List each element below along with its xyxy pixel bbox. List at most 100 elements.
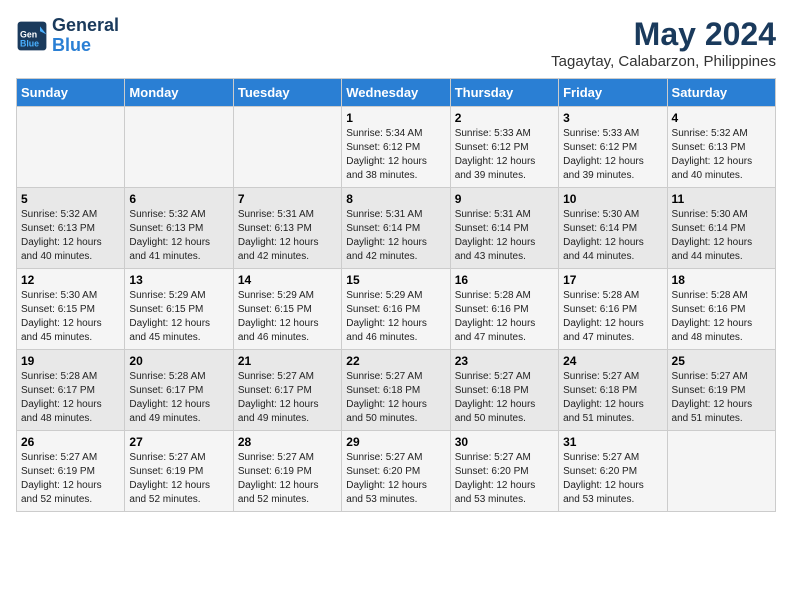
- week-row-3: 12Sunrise: 5:30 AM Sunset: 6:15 PM Dayli…: [17, 269, 776, 350]
- day-number: 6: [129, 192, 228, 206]
- calendar-cell: 6 Sunrise: 5:32 AM Sunset: 6:13 PM Daylig…: [125, 188, 233, 269]
- calendar-cell: 27 Sunrise: 5:27 AM Sunset: 6:19 PM Dayli…: [125, 431, 233, 512]
- calendar-cell: 23 Sunrise: 5:27 AM Sunset: 6:18 PM Dayli…: [450, 350, 558, 431]
- day-info: Sunrise: 5:28 AM Sunset: 6:16 PM Dayligh…: [563, 289, 662, 345]
- day-info: Sunrise: 5:32 AM Sunset: 6:13 PM Dayligh…: [129, 208, 228, 264]
- day-info: Sunrise: 5:27 AM Sunset: 6:18 PM Dayligh…: [346, 370, 445, 426]
- day-number: 20: [129, 354, 228, 368]
- day-number: 31: [563, 435, 662, 449]
- day-number: 1: [346, 111, 445, 125]
- day-number: 30: [455, 435, 554, 449]
- day-number: 7: [238, 192, 337, 206]
- calendar-cell: 3Sunrise: 5:33 AM Sunset: 6:12 PM Daylig…: [559, 107, 667, 188]
- day-info: Sunrise: 5:28 AM Sunset: 6:16 PM Dayligh…: [455, 289, 554, 345]
- day-number: 5: [21, 192, 120, 206]
- day-number: 17: [563, 273, 662, 287]
- weekday-header-monday: Monday: [125, 79, 233, 107]
- day-number: 13: [129, 273, 228, 287]
- day-info: Sunrise: 5:27 AM Sunset: 6:19 PM Dayligh…: [672, 370, 771, 426]
- day-number: 22: [346, 354, 445, 368]
- calendar-cell: 16 Sunrise: 5:28 AM Sunset: 6:16 PM Dayli…: [450, 269, 558, 350]
- calendar-cell: 10 Sunrise: 5:30 AM Sunset: 6:14 PM Dayli…: [559, 188, 667, 269]
- calendar-cell: 30 Sunrise: 5:27 AM Sunset: 6:20 PM Dayli…: [450, 431, 558, 512]
- calendar-cell: [17, 107, 125, 188]
- calendar-cell: 26Sunrise: 5:27 AM Sunset: 6:19 PM Dayli…: [17, 431, 125, 512]
- day-number: 23: [455, 354, 554, 368]
- day-number: 8: [346, 192, 445, 206]
- weekday-header-saturday: Saturday: [667, 79, 775, 107]
- title-block: May 2024 Tagaytay, Calabarzon, Philippin…: [551, 16, 776, 70]
- day-number: 19: [21, 354, 120, 368]
- day-number: 4: [672, 111, 771, 125]
- calendar-cell: [667, 431, 775, 512]
- day-number: 21: [238, 354, 337, 368]
- calendar-cell: 21Sunrise: 5:27 AM Sunset: 6:17 PM Dayli…: [233, 350, 341, 431]
- day-number: 10: [563, 192, 662, 206]
- calendar-cell: 9Sunrise: 5:31 AM Sunset: 6:14 PM Daylig…: [450, 188, 558, 269]
- calendar-cell: 18 Sunrise: 5:28 AM Sunset: 6:16 PM Dayli…: [667, 269, 775, 350]
- day-info: Sunrise: 5:30 AM Sunset: 6:14 PM Dayligh…: [672, 208, 771, 264]
- day-info: Sunrise: 5:27 AM Sunset: 6:19 PM Dayligh…: [238, 451, 337, 507]
- calendar-cell: 8 Sunrise: 5:31 AM Sunset: 6:14 PM Daylig…: [342, 188, 450, 269]
- week-row-5: 26Sunrise: 5:27 AM Sunset: 6:19 PM Dayli…: [17, 431, 776, 512]
- calendar-cell: 29 Sunrise: 5:27 AM Sunset: 6:20 PM Dayli…: [342, 431, 450, 512]
- calendar-cell: 1 Sunrise: 5:34 AM Sunset: 6:12 PM Daylig…: [342, 107, 450, 188]
- day-info: Sunrise: 5:28 AM Sunset: 6:17 PM Dayligh…: [129, 370, 228, 426]
- day-info: Sunrise: 5:32 AM Sunset: 6:13 PM Dayligh…: [21, 208, 120, 264]
- calendar-cell: 19 Sunrise: 5:28 AM Sunset: 6:17 PM Dayli…: [17, 350, 125, 431]
- day-info: Sunrise: 5:27 AM Sunset: 6:19 PM Dayligh…: [129, 451, 228, 507]
- day-info: Sunrise: 5:27 AM Sunset: 6:20 PM Dayligh…: [563, 451, 662, 507]
- day-info: Sunrise: 5:34 AM Sunset: 6:12 PM Dayligh…: [346, 127, 445, 183]
- day-info: Sunrise: 5:27 AM Sunset: 6:20 PM Dayligh…: [346, 451, 445, 507]
- subtitle: Tagaytay, Calabarzon, Philippines: [551, 53, 776, 70]
- day-info: Sunrise: 5:27 AM Sunset: 6:20 PM Dayligh…: [455, 451, 554, 507]
- calendar-cell: 11 Sunrise: 5:30 AM Sunset: 6:14 PM Dayli…: [667, 188, 775, 269]
- calendar-cell: 24Sunrise: 5:27 AM Sunset: 6:18 PM Dayli…: [559, 350, 667, 431]
- calendar-cell: 13 Sunrise: 5:29 AM Sunset: 6:15 PM Dayli…: [125, 269, 233, 350]
- logo-text: GeneralBlue: [52, 16, 119, 56]
- calendar-cell: 22 Sunrise: 5:27 AM Sunset: 6:18 PM Dayli…: [342, 350, 450, 431]
- day-number: 27: [129, 435, 228, 449]
- calendar-cell: 7 Sunrise: 5:31 AM Sunset: 6:13 PM Daylig…: [233, 188, 341, 269]
- day-number: 28: [238, 435, 337, 449]
- day-info: Sunrise: 5:29 AM Sunset: 6:16 PM Dayligh…: [346, 289, 445, 345]
- calendar-cell: [233, 107, 341, 188]
- week-row-1: 1 Sunrise: 5:34 AM Sunset: 6:12 PM Daylig…: [17, 107, 776, 188]
- week-row-2: 5 Sunrise: 5:32 AM Sunset: 6:13 PM Daylig…: [17, 188, 776, 269]
- day-number: 18: [672, 273, 771, 287]
- day-number: 16: [455, 273, 554, 287]
- calendar-table: SundayMondayTuesdayWednesdayThursdayFrid…: [16, 78, 776, 512]
- logo: Gen Blue GeneralBlue: [16, 16, 119, 56]
- day-info: Sunrise: 5:28 AM Sunset: 6:16 PM Dayligh…: [672, 289, 771, 345]
- calendar-cell: 31 Sunrise: 5:27 AM Sunset: 6:20 PM Dayli…: [559, 431, 667, 512]
- calendar-cell: 17 Sunrise: 5:28 AM Sunset: 6:16 PM Dayli…: [559, 269, 667, 350]
- day-number: 15: [346, 273, 445, 287]
- day-info: Sunrise: 5:33 AM Sunset: 6:12 PM Dayligh…: [563, 127, 662, 183]
- day-number: 29: [346, 435, 445, 449]
- day-info: Sunrise: 5:29 AM Sunset: 6:15 PM Dayligh…: [238, 289, 337, 345]
- day-info: Sunrise: 5:27 AM Sunset: 6:18 PM Dayligh…: [455, 370, 554, 426]
- calendar-cell: 25Sunrise: 5:27 AM Sunset: 6:19 PM Dayli…: [667, 350, 775, 431]
- day-number: 9: [455, 192, 554, 206]
- day-info: Sunrise: 5:30 AM Sunset: 6:14 PM Dayligh…: [563, 208, 662, 264]
- day-info: Sunrise: 5:33 AM Sunset: 6:12 PM Dayligh…: [455, 127, 554, 183]
- day-info: Sunrise: 5:29 AM Sunset: 6:15 PM Dayligh…: [129, 289, 228, 345]
- calendar-cell: 20 Sunrise: 5:28 AM Sunset: 6:17 PM Dayli…: [125, 350, 233, 431]
- day-info: Sunrise: 5:32 AM Sunset: 6:13 PM Dayligh…: [672, 127, 771, 183]
- calendar-cell: 14 Sunrise: 5:29 AM Sunset: 6:15 PM Dayli…: [233, 269, 341, 350]
- day-number: 2: [455, 111, 554, 125]
- day-info: Sunrise: 5:31 AM Sunset: 6:14 PM Dayligh…: [346, 208, 445, 264]
- day-number: 24: [563, 354, 662, 368]
- day-number: 14: [238, 273, 337, 287]
- weekday-header-wednesday: Wednesday: [342, 79, 450, 107]
- day-info: Sunrise: 5:31 AM Sunset: 6:13 PM Dayligh…: [238, 208, 337, 264]
- weekday-header-friday: Friday: [559, 79, 667, 107]
- day-number: 12: [21, 273, 120, 287]
- day-info: Sunrise: 5:28 AM Sunset: 6:17 PM Dayligh…: [21, 370, 120, 426]
- calendar-cell: 15 Sunrise: 5:29 AM Sunset: 6:16 PM Dayli…: [342, 269, 450, 350]
- day-info: Sunrise: 5:27 AM Sunset: 6:19 PM Dayligh…: [21, 451, 120, 507]
- main-title: May 2024: [551, 16, 776, 53]
- weekday-header-thursday: Thursday: [450, 79, 558, 107]
- day-number: 11: [672, 192, 771, 206]
- calendar-cell: 4 Sunrise: 5:32 AM Sunset: 6:13 PM Daylig…: [667, 107, 775, 188]
